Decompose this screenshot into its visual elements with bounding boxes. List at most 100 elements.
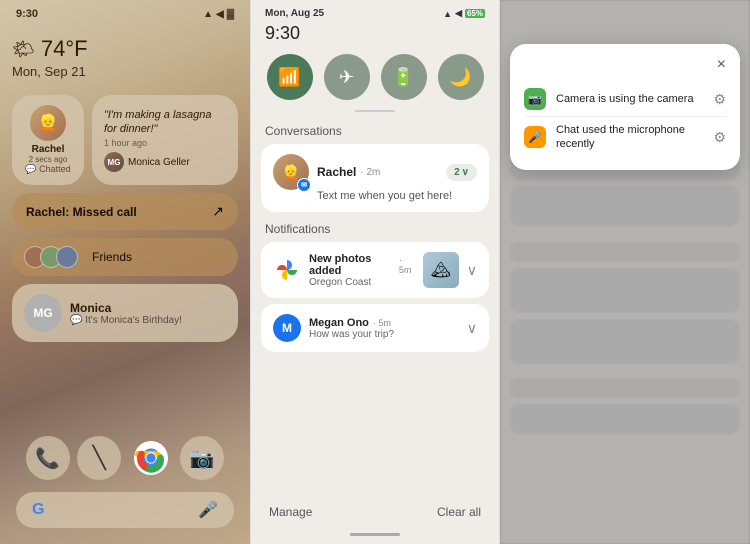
bottom-handle (350, 533, 400, 536)
camera-icon: 📷 (524, 88, 546, 110)
monica-bubble-widget[interactable]: "I'm making a lasagna for dinner!" 1 hou… (92, 95, 238, 185)
donotdisturb-toggle[interactable]: 🌙 (438, 54, 484, 100)
widget-row-1: 👱 Rachel 2 secs ago 💬 Chatted "I'm makin… (12, 95, 238, 185)
blur-bar-2 (510, 242, 740, 262)
microphone-icon: 🎤 (524, 126, 546, 148)
mic-permission-text: Chat used the microphone recently (556, 123, 703, 152)
phone-dock-icon[interactable]: 📞 (26, 436, 70, 480)
photos-time: · 5m (399, 255, 415, 275)
megan-time: · 5m (373, 318, 391, 328)
widget-row-2: Rachel: Missed call ↗ (12, 193, 238, 230)
missed-call-widget[interactable]: Rachel: Missed call ↗ (12, 193, 238, 230)
camera-permission-item: 📷 Camera is using the camera ⚙ (524, 82, 726, 116)
chrome-svg (134, 441, 168, 475)
home-time: 9:30 (16, 8, 38, 20)
camera-permission-text: Camera is using the camera (556, 92, 703, 106)
friends-widget[interactable]: Friends (12, 238, 238, 276)
blur-bar-3 (510, 378, 740, 398)
monica-sender-name: Monica Geller (128, 157, 190, 168)
photos-notification-card[interactable]: New photos added · 5m Oregon Coast 🏔 ∨ (261, 242, 489, 298)
friends-icons (24, 246, 72, 268)
monica-bday-name: Monica (70, 301, 182, 315)
megan-icon: M (273, 314, 301, 342)
manage-button[interactable]: Manage (269, 505, 312, 519)
home-screen: 9:30 ▲ ◀ ▓ 🌤 74°F Mon, Sep 21 👱 Rachel (0, 0, 250, 544)
rachel-notif-info: Rachel · 2m (317, 165, 438, 179)
google-photos-icon (273, 256, 301, 284)
monica-bubble-time: 1 hour ago (104, 138, 226, 148)
weather-date: Mon, Sep 21 (12, 64, 238, 79)
megan-message: How was your trip? (309, 329, 459, 340)
camera-settings-icon[interactable]: ⚙ (713, 91, 726, 108)
wifi-icon: 📶 (278, 67, 300, 88)
weather-temperature: 74°F (41, 36, 88, 62)
rachel-expand-button[interactable]: 2 ∨ (446, 164, 477, 181)
battery-indicator: 65% (465, 9, 485, 18)
permission-popup: × 📷 Camera is using the camera ⚙ 🎤 Chat … (510, 44, 740, 170)
messages-app-badge: ✉ (297, 178, 311, 192)
microphone-icon[interactable]: 🎤 (198, 500, 218, 520)
monica-bday-sub: 💬 It's Monica's Birthday! (70, 315, 182, 326)
rachel-conversation-card[interactable]: 👱 ✉ Rachel · 2m 2 ∨ Text me when you get… (261, 144, 489, 212)
monica-info: Monica 💬 It's Monica's Birthday! (70, 301, 182, 326)
megan-expand-chevron[interactable]: ∨ (467, 320, 477, 337)
monica-bubble-text: "I'm making a lasagna for dinner!" (104, 108, 226, 137)
notif-actions: Manage Clear all (251, 497, 499, 527)
rachel-notif-name: Rachel (317, 165, 356, 179)
blur-card-3 (510, 268, 740, 313)
monica-birthday-widget[interactable]: MG Monica 💬 It's Monica's Birthday! (12, 284, 238, 342)
google-g-icon: G (32, 501, 44, 519)
airplane-icon: ✈ (339, 67, 354, 88)
megan-notification-card[interactable]: M Megan Ono · 5m How was your trip? ∨ (261, 304, 489, 352)
monica-mini-avatar: MG (104, 152, 124, 172)
notif-status-icons: ▲ ◀ 65% (443, 8, 485, 19)
rachel-notif-avatar: 👱 ✉ (273, 154, 309, 190)
monica-avatar: MG (24, 294, 62, 332)
photos-text-block: New photos added · 5m Oregon Coast (309, 253, 415, 288)
mic-settings-icon[interactable]: ⚙ (713, 129, 726, 146)
rachel-notif-time: · 2m (360, 167, 380, 178)
megan-text-block: Megan Ono · 5m How was your trip? (309, 317, 459, 340)
missed-call-icon: ↗ (212, 203, 224, 220)
rachel-avatar: 👱 (30, 105, 66, 141)
notif-date: Mon, Aug 25 (265, 8, 324, 19)
rachel-notif-message: Text me when you get here! (317, 190, 477, 202)
home-status-bar: 9:30 ▲ ◀ ▓ (12, 0, 238, 24)
camera-dock-icon[interactable]: 📷 (180, 436, 224, 480)
clear-all-button[interactable]: Clear all (437, 505, 481, 519)
photos-expand-chevron[interactable]: ∨ (467, 262, 477, 279)
photos-thumbnail: 🏔 (423, 252, 459, 288)
chat-icon: 💬 (25, 164, 36, 174)
airplane-toggle[interactable]: ✈ (324, 54, 370, 100)
missed-call-text: Rachel: Missed call (26, 205, 137, 219)
battery-toggle[interactable]: 🔋 (381, 54, 427, 100)
weather-widget[interactable]: 🌤 74°F Mon, Sep 21 (12, 32, 238, 83)
rachel-chat-label: 💬 Chatted (25, 164, 70, 175)
monica-bubble-sender: MG Monica Geller (104, 152, 226, 172)
rachel-name-label: Rachel (32, 144, 65, 155)
moon-icon: 🌙 (449, 67, 471, 88)
search-bar[interactable]: G 🎤 (16, 492, 234, 528)
battery-icon: 🔋 (392, 67, 414, 88)
quick-toggles: 📶 ✈ 🔋 🌙 (251, 44, 499, 110)
blur-card-5 (510, 404, 740, 434)
close-button[interactable]: × (717, 56, 726, 74)
mic-permission-item: 🎤 Chat used the microphone recently ⚙ (524, 116, 726, 158)
blur-card-2 (510, 186, 740, 226)
rachel-time-label: 2 secs ago (29, 155, 68, 164)
photos-subtitle: Oregon Coast (309, 277, 415, 288)
rachel-contact-widget[interactable]: 👱 Rachel 2 secs ago 💬 Chatted (12, 95, 84, 185)
dock: 📞 ╲ � (12, 424, 238, 492)
widgets-area: 👱 Rachel 2 secs ago 💬 Chatted "I'm makin… (12, 95, 238, 342)
chrome-dock-icon[interactable] (129, 436, 173, 480)
chat-icon-bday: 💬 (70, 315, 85, 326)
slash-dock-icon[interactable]: ╲ (77, 436, 121, 480)
friends-label: Friends (92, 250, 132, 264)
wifi-toggle[interactable]: 📶 (267, 54, 313, 100)
friend-icon-3 (56, 246, 78, 268)
megan-name: Megan Ono (309, 317, 369, 329)
weather-icon: 🌤 (12, 39, 35, 60)
blur-card-4 (510, 319, 740, 364)
home-status-icons: ▲ ◀ ▓ (203, 9, 234, 20)
notif-status-bar: Mon, Aug 25 ▲ ◀ 65% (251, 0, 499, 23)
